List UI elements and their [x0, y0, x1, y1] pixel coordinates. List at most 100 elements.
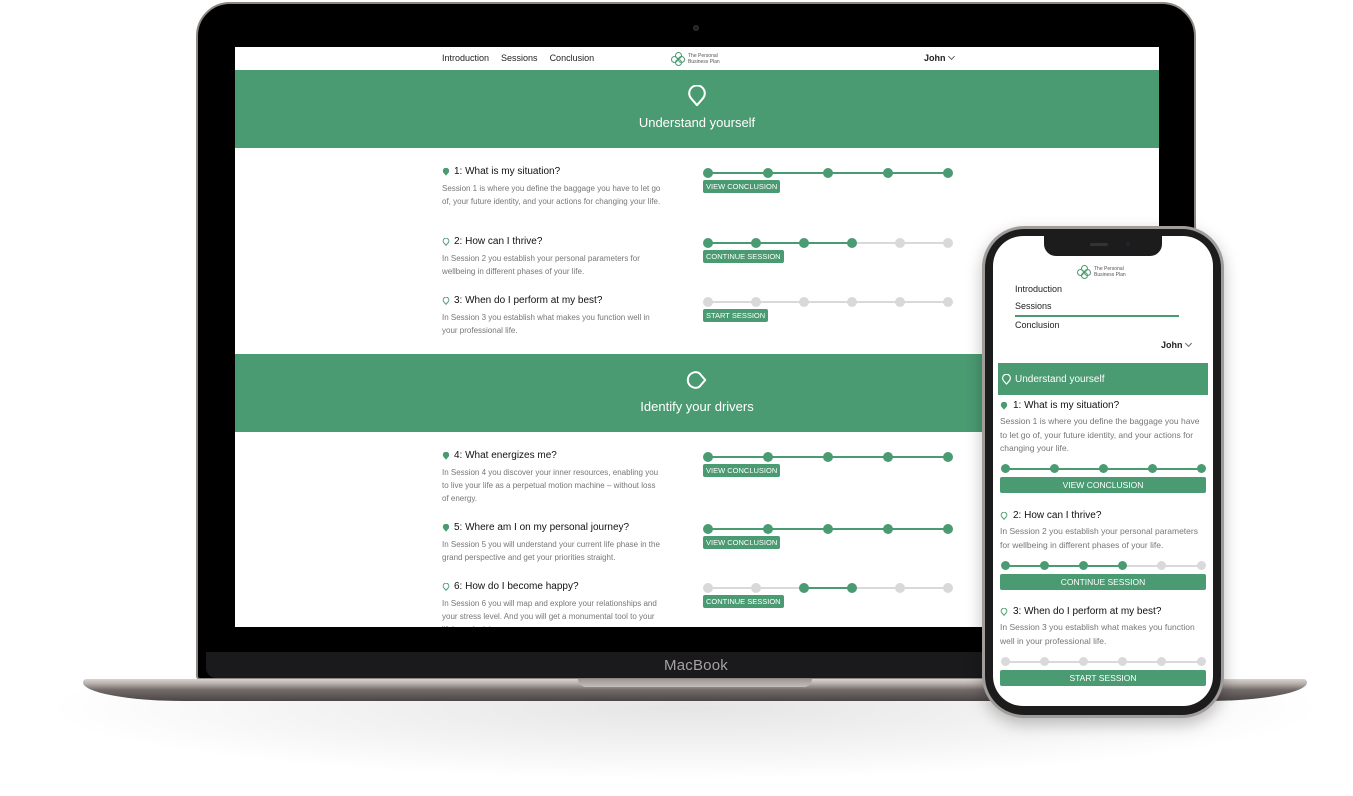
- session-title-row: 1: What is my situation?: [1000, 400, 1206, 411]
- nav-introduction[interactable]: Introduction: [1015, 284, 1062, 301]
- progress-step-pending: [1196, 561, 1206, 570]
- logo-text: The Personal Business Plan: [688, 53, 720, 65]
- session-title: 3: When do I perform at my best?: [1013, 606, 1162, 617]
- progress-step-pending: [1000, 657, 1010, 666]
- chevron-down-icon: [947, 52, 955, 61]
- brand-logo[interactable]: The Personal Business Plan: [1077, 265, 1126, 279]
- session-title-row: 2: How can I thrive?: [1000, 510, 1206, 521]
- session-item: 3: When do I perform at my best? In Sessi…: [442, 295, 962, 337]
- progress-connector: [1103, 467, 1152, 470]
- progress-step-complete: [883, 168, 893, 178]
- progress-step-complete: [1049, 464, 1059, 473]
- view-conclusion-button[interactable]: VIEW CONCLUSION: [703, 536, 781, 549]
- user-menu[interactable]: John: [924, 52, 955, 63]
- progress-connector: [804, 242, 852, 244]
- session-title: 5: Where am I on my personal journey?: [454, 522, 630, 533]
- progress-step-complete: [1000, 561, 1010, 570]
- progress-step-complete: [1098, 464, 1108, 473]
- progress-step-complete: [703, 168, 713, 178]
- session-progress-track: [703, 452, 958, 462]
- progress-connector: [900, 301, 948, 303]
- progress-step-pending: [943, 238, 953, 248]
- session-progress-track: [703, 238, 958, 248]
- progress-step-pending: [799, 297, 809, 307]
- nav-introduction[interactable]: Introduction: [442, 53, 489, 63]
- open-pin-icon: [442, 296, 450, 305]
- progress-step-pending: [895, 297, 905, 307]
- progress-connector: [1044, 660, 1084, 663]
- completed-pin-icon: [1000, 401, 1008, 410]
- session-description: Session 1 is where you define the baggag…: [442, 184, 661, 206]
- progress-connector: [708, 456, 768, 458]
- progress-step-pending: [751, 297, 761, 307]
- progress-step-pending: [1118, 657, 1128, 666]
- progress-connector: [828, 172, 888, 174]
- progress-connector: [1122, 564, 1162, 567]
- progress-step-complete: [823, 452, 833, 462]
- user-menu[interactable]: John: [1161, 339, 1192, 350]
- view-conclusion-button[interactable]: VIEW CONCLUSION: [703, 180, 781, 193]
- progress-connector: [768, 172, 828, 174]
- progress-step-complete: [703, 452, 713, 462]
- brand-logo[interactable]: The Personal Business Plan: [671, 52, 720, 66]
- session-item: 1: What is my situation? Session 1 is whe…: [1000, 400, 1206, 493]
- session-title-row: 3: When do I perform at my best?: [1000, 606, 1206, 617]
- session-description: In Session 4 you discover your inner res…: [442, 468, 659, 503]
- progress-connector: [1161, 564, 1201, 567]
- progress-step-pending: [751, 583, 761, 593]
- start-session-button[interactable]: START SESSION: [1000, 670, 1206, 686]
- session-item: 2: How can I thrive? In Session 2 you est…: [442, 236, 962, 278]
- progress-connector: [1005, 660, 1045, 663]
- session-description: In Session 6 you will map and explore yo…: [442, 599, 657, 627]
- nav-conclusion[interactable]: Conclusion: [1015, 320, 1062, 337]
- progress-step-pending: [703, 583, 713, 593]
- clover-logo-icon: [1077, 265, 1091, 279]
- progress-connector: [1044, 564, 1084, 567]
- completed-pin-icon: [442, 167, 450, 176]
- progress-step-pending: [943, 583, 953, 593]
- progress-connector: [888, 456, 948, 458]
- nav-links: Introduction Sessions Conclusion: [442, 53, 594, 63]
- view-conclusion-button[interactable]: VIEW CONCLUSION: [703, 464, 781, 477]
- session-description: In Session 5 you will understand your cu…: [442, 540, 660, 562]
- progress-connector: [1122, 660, 1162, 663]
- progress-step-complete: [943, 452, 953, 462]
- drop-icon: [686, 371, 707, 389]
- open-pin-icon: [1000, 607, 1008, 616]
- phone-notch: [1044, 236, 1162, 256]
- open-pin-icon: [442, 237, 450, 246]
- session-description: In Session 2 you establish your personal…: [442, 254, 640, 276]
- progress-connector: [804, 301, 852, 303]
- progress-connector: [1152, 467, 1201, 470]
- open-pin-icon: [442, 582, 450, 591]
- progress-connector: [888, 172, 948, 174]
- nav-sessions[interactable]: Sessions: [501, 53, 538, 63]
- progress-connector: [900, 587, 948, 589]
- open-pin-icon: [1000, 511, 1008, 520]
- completed-pin-icon: [442, 451, 450, 460]
- progress-connector: [708, 172, 768, 174]
- session-description: In Session 3 you establish what makes yo…: [442, 313, 650, 335]
- logo-text: The Personal Business Plan: [1094, 266, 1126, 278]
- progress-connector: [852, 587, 900, 589]
- progress-step-complete: [703, 238, 713, 248]
- progress-step-pending: [703, 297, 713, 307]
- session-progress-track: [703, 583, 958, 593]
- progress-connector: [768, 456, 828, 458]
- session-title: 6: How do I become happy?: [454, 581, 579, 592]
- continue-session-button[interactable]: CONTINUE SESSION: [703, 595, 784, 608]
- progress-connector: [756, 242, 804, 244]
- start-session-button[interactable]: START SESSION: [703, 309, 769, 322]
- progress-connector: [1005, 564, 1045, 567]
- progress-connector: [1083, 564, 1123, 567]
- session-progress-track: [1000, 464, 1206, 473]
- nav-conclusion[interactable]: Conclusion: [550, 53, 595, 63]
- view-conclusion-button[interactable]: VIEW CONCLUSION: [1000, 477, 1206, 493]
- session-title: 2: How can I thrive?: [454, 236, 543, 247]
- session-title: 4: What energizes me?: [454, 450, 557, 461]
- progress-step-complete: [883, 524, 893, 534]
- progress-connector: [756, 301, 804, 303]
- session-progress-track: [1000, 561, 1206, 570]
- continue-session-button[interactable]: CONTINUE SESSION: [703, 250, 784, 263]
- continue-session-button[interactable]: CONTINUE SESSION: [1000, 574, 1206, 590]
